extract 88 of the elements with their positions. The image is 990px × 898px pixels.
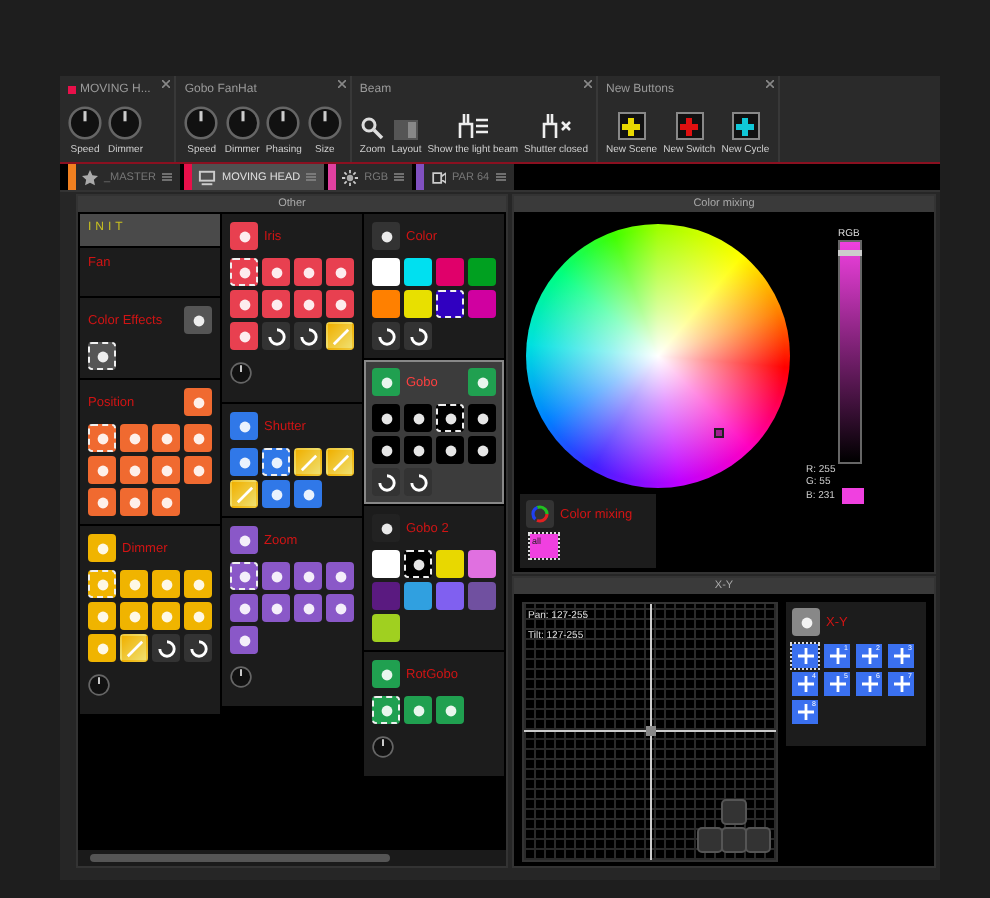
color-swatch[interactable] [436,550,464,578]
glyph-icon [189,311,207,329]
knob-icon[interactable] [372,736,394,758]
color-swatch[interactable] [404,582,432,610]
preset-button[interactable] [372,322,400,350]
glyph-icon [377,665,395,683]
color-swatch[interactable] [436,582,464,610]
glyph-icon [377,373,395,391]
preset-button[interactable] [468,404,496,432]
arrow-keys-icon [696,798,772,858]
scrollbar[interactable] [78,850,506,866]
shutter-icon[interactable] [539,112,574,140]
color-swatch[interactable] [372,258,400,286]
color-swatch[interactable] [468,582,496,610]
move-icon [797,676,813,692]
star-icon [82,169,98,185]
glyph-icon [235,531,253,549]
preset-button[interactable] [436,404,464,432]
menu-icon[interactable] [161,172,172,182]
fade-icon [125,639,143,657]
color-swatch[interactable] [436,258,464,286]
preset-button[interactable] [88,342,116,370]
move-icon [861,648,877,664]
glyph-icon [797,613,815,631]
knob-icon[interactable] [88,674,110,696]
fade-icon [331,327,349,345]
close-icon[interactable] [337,80,346,88]
preset-button[interactable] [404,322,432,350]
preset-button[interactable] [372,404,400,432]
color-swatch[interactable] [404,290,432,318]
preset-button[interactable] [468,436,496,464]
search-icon[interactable] [360,116,385,140]
color-swatch[interactable] [468,290,496,318]
preset-button[interactable] [262,322,290,350]
plus-icon[interactable] [736,117,755,135]
color-swatch[interactable] [404,258,432,286]
move-icon [893,648,909,664]
slider-thumb[interactable] [838,250,862,257]
color-swatch[interactable] [468,258,496,286]
rgb-icon [526,500,554,528]
color-swatch[interactable] [372,614,400,642]
glyph-icon [235,227,253,245]
preset-button[interactable] [372,468,400,496]
beam-icon[interactable] [455,112,490,140]
preset-button[interactable] [404,436,432,464]
glyph-icon [473,373,491,391]
preset-button[interactable] [152,634,180,662]
preset-button[interactable] [404,550,432,578]
sun-icon [342,169,359,185]
color-swatch[interactable] [372,582,400,610]
move-icon [829,676,845,692]
position-preset-button[interactable] [792,644,818,668]
preset-button[interactable] [436,436,464,464]
brightness-slider[interactable] [838,240,862,464]
fade-icon [235,485,253,503]
preset-icon [93,347,111,365]
move-icon [861,676,877,692]
glyph-icon [189,393,207,411]
move-icon [829,648,845,664]
preset-button[interactable] [404,404,432,432]
color-swatch[interactable] [372,290,400,318]
layout-icon[interactable] [394,120,419,140]
move-icon [797,648,813,664]
knob-icon[interactable] [230,362,252,384]
preset-button[interactable] [184,634,212,662]
color-swatch[interactable] [436,290,464,318]
glyph-icon [235,417,253,435]
preset-icon [409,555,427,573]
menu-icon[interactable] [495,172,506,182]
close-icon[interactable] [162,80,171,88]
crosshair-icon[interactable] [644,724,658,738]
color-swatch[interactable] [468,550,496,578]
close-icon[interactable] [765,80,774,88]
close-icon[interactable] [584,80,592,88]
lamp-icon [430,169,447,185]
move-icon [797,704,813,720]
menu-icon[interactable] [394,172,405,182]
moving-head-icon [197,169,216,185]
color-swatch[interactable] [372,550,400,578]
glyph-icon [93,539,111,557]
move-icon [893,676,909,692]
knob-icon[interactable] [230,666,252,688]
glyph-icon [377,519,395,537]
preset-button[interactable] [372,436,400,464]
glyph-icon [377,227,395,245]
preset-button[interactable] [404,468,432,496]
preset-button[interactable] [294,322,322,350]
color-preview [842,488,864,504]
